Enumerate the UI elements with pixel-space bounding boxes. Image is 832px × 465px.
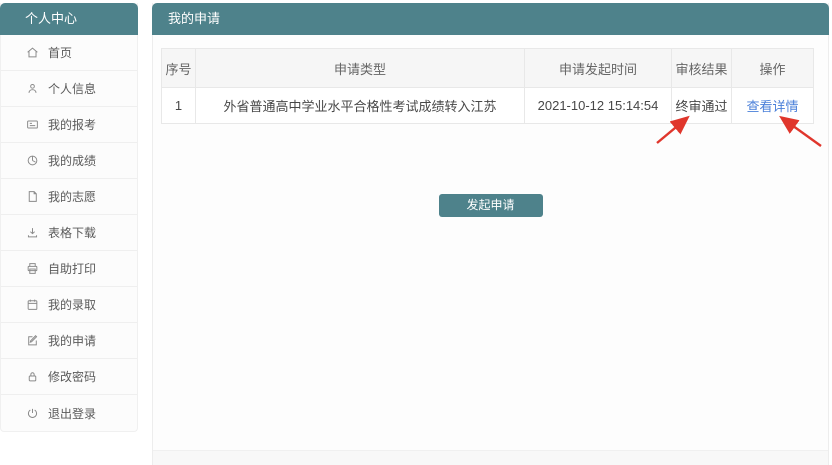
cell-type: 外省普通高中学业水平合格性考试成绩转入江苏 — [196, 88, 525, 124]
cell-index: 1 — [162, 88, 196, 124]
cell-result: 终审通过 — [672, 88, 732, 124]
download-icon — [26, 226, 39, 239]
sidebar-item-profile[interactable]: 个人信息 — [1, 71, 137, 107]
applications-table: 序号 申请类型 申请发起时间 审核结果 操作 1 外省普通高中学业水平合格性考试… — [161, 48, 814, 124]
sidebar-item-preferences[interactable]: 我的志愿 — [1, 179, 137, 215]
table-header-row: 序号 申请类型 申请发起时间 审核结果 操作 — [162, 49, 814, 88]
panel-footer — [153, 450, 828, 465]
sidebar-item-print[interactable]: 自助打印 — [1, 251, 137, 287]
sidebar-item-label: 我的成绩 — [48, 152, 96, 169]
col-header-index: 序号 — [162, 49, 196, 88]
sidebar-item-label: 退出登录 — [48, 405, 96, 422]
sidebar-item-label: 我的录取 — [48, 296, 96, 313]
sidebar-item-label: 我的报考 — [48, 116, 96, 133]
user-icon — [26, 82, 39, 95]
sidebar-item-password[interactable]: 修改密码 — [1, 359, 137, 395]
sidebar-item-registration[interactable]: 我的报考 — [1, 107, 137, 143]
cell-action: 查看详情 — [732, 88, 814, 124]
col-header-action: 操作 — [732, 49, 814, 88]
sidebar: 个人中心 首页 个人信息 我的报考 我的成绩 我的志愿 表格下载 自助打印 我的… — [0, 3, 138, 432]
printer-icon — [26, 262, 39, 275]
registration-icon — [26, 118, 39, 131]
application-icon — [26, 334, 39, 347]
password-icon — [26, 370, 39, 383]
home-icon — [26, 46, 39, 59]
main-panel: 我的申请 序号 申请类型 申请发起时间 审核结果 操作 1 外省普通高中学业水平… — [152, 3, 829, 465]
sidebar-item-label: 首页 — [48, 44, 72, 61]
cell-time: 2021-10-12 15:14:54 — [525, 88, 672, 124]
sidebar-item-home[interactable]: 首页 — [1, 35, 137, 71]
sidebar-item-admission[interactable]: 我的录取 — [1, 287, 137, 323]
sidebar-title: 个人中心 — [0, 3, 138, 35]
sidebar-item-scores[interactable]: 我的成绩 — [1, 143, 137, 179]
sidebar-item-label: 表格下载 — [48, 224, 96, 241]
preferences-icon — [26, 190, 39, 203]
admission-icon — [26, 298, 39, 311]
col-header-result: 审核结果 — [672, 49, 732, 88]
scores-icon — [26, 154, 39, 167]
panel-title: 我的申请 — [152, 3, 829, 35]
sidebar-item-label: 我的志愿 — [48, 188, 96, 205]
start-application-button[interactable]: 发起申请 — [439, 194, 543, 217]
sidebar-item-label: 自助打印 — [48, 260, 96, 277]
table-row: 1 外省普通高中学业水平合格性考试成绩转入江苏 2021-10-12 15:14… — [162, 88, 814, 124]
col-header-type: 申请类型 — [196, 49, 525, 88]
col-header-time: 申请发起时间 — [525, 49, 672, 88]
sidebar-item-label: 修改密码 — [48, 368, 96, 385]
sidebar-item-label: 个人信息 — [48, 80, 96, 97]
sidebar-item-applications[interactable]: 我的申请 — [1, 323, 137, 359]
sidebar-item-logout[interactable]: 退出登录 — [1, 395, 137, 431]
logout-icon — [26, 407, 39, 420]
sidebar-item-label: 我的申请 — [48, 332, 96, 349]
view-details-link[interactable]: 查看详情 — [746, 99, 798, 114]
sidebar-item-downloads[interactable]: 表格下载 — [1, 215, 137, 251]
